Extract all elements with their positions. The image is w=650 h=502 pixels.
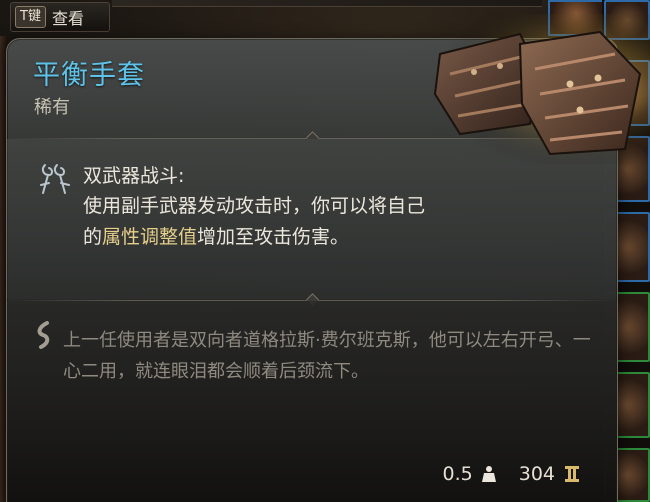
ability-modifier-keyword[interactable]: 属性调整值: [102, 226, 197, 248]
weight-value: 0.5: [442, 463, 473, 485]
effect-section: 双武器战斗: 使用副手武器发动攻击时，你可以将自己的属性调整值增加至攻击伤害。: [7, 139, 617, 299]
top-frame: [112, 0, 542, 7]
lore-text: 上一任使用者是双向者道格拉斯·费尔班克斯，他可以左右开弓、一心二用，就连眼泪都会…: [63, 330, 591, 382]
quill-icon: [37, 321, 50, 349]
item-name: 平衡手套: [33, 60, 145, 91]
gold-coin-icon: [565, 466, 579, 482]
inventory-slot-top-1[interactable]: [548, 0, 604, 36]
game-screen: T键 查看 平衡手套 稀有 双武器战斗: 使用副手武器发动攻击时，你可以将自己的…: [0, 0, 650, 502]
examine-hint[interactable]: T键 查看: [10, 2, 110, 32]
lore-section: 上一任使用者是双向者道格拉斯·费尔班克斯，他可以左右开弓、一心二用，就连眼泪都会…: [7, 301, 617, 446]
keybind-badge: T键: [15, 6, 46, 28]
examine-label: 查看: [51, 9, 84, 28]
effect-text-end: 增加至攻击伤害。: [197, 226, 350, 248]
item-tooltip: 平衡手套 稀有 双武器战斗: 使用副手武器发动攻击时，你可以将自己的属性调整值增…: [6, 38, 618, 502]
effect-description: 使用副手武器发动攻击时，你可以将自己的属性调整值增加至攻击伤害。: [83, 191, 443, 253]
item-stats: 0.5 304: [443, 463, 581, 485]
weight-icon: [481, 466, 496, 482]
inventory-slot[interactable]: [604, 0, 650, 40]
dual-wield-icon: [40, 164, 70, 194]
item-rarity: 稀有: [34, 97, 70, 118]
gold-value: 304: [518, 463, 555, 485]
effect-title: 双武器战斗:: [83, 165, 185, 187]
